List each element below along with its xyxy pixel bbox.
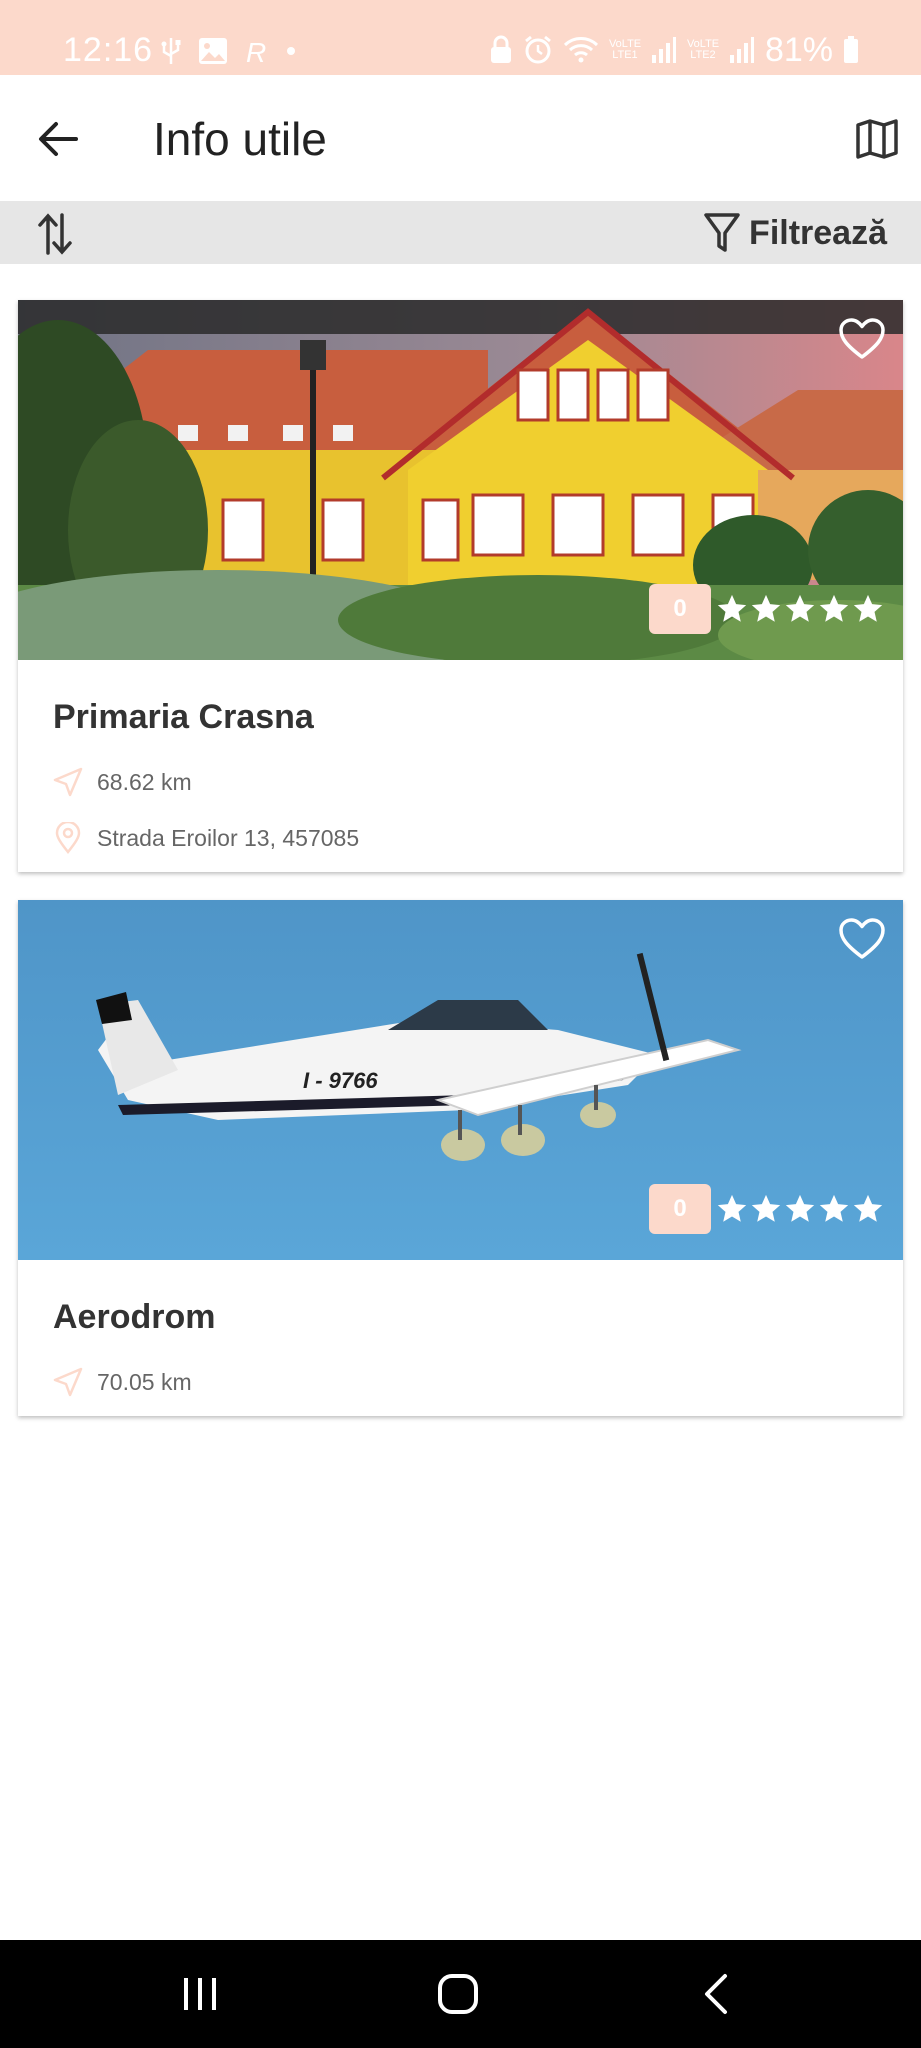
- distance-text: 68.62 km: [97, 769, 192, 795]
- status-bar: 12:16 R VoLTE LTE1 VoLTE LTE2 81%: [0, 0, 921, 75]
- place-card[interactable]: I - 9766 0 Aerodrom 70.05 km: [18, 900, 903, 1416]
- signal-icon: [729, 37, 754, 63]
- page-title: Info utile: [153, 113, 327, 165]
- battery-icon: [844, 36, 858, 63]
- svg-text:I - 9766: I - 9766: [303, 1068, 378, 1093]
- recents-button[interactable]: [170, 1966, 230, 2022]
- distance-row: 70.05 km: [53, 1361, 868, 1403]
- favorite-button[interactable]: [835, 914, 889, 964]
- back-button[interactable]: [30, 111, 86, 167]
- filter-button[interactable]: Filtrează: [703, 207, 887, 259]
- network-label-2: VoLTE LTE2: [686, 38, 720, 61]
- star-icon: [785, 1194, 815, 1222]
- sort-icon: [38, 213, 72, 255]
- alarm-icon: [525, 35, 551, 64]
- system-nav-bar: [0, 1940, 921, 2048]
- address-row: Strada Eroilor 13, 457085: [53, 817, 868, 859]
- status-right-icons: VoLTE LTE1 VoLTE LTE2 81%: [489, 30, 859, 70]
- home-icon: [438, 1974, 478, 2014]
- favorite-button[interactable]: [835, 314, 889, 364]
- svg-text:R: R: [246, 37, 266, 66]
- star-icon: [751, 1194, 781, 1222]
- place-photo-aerodrom: I - 9766 0: [18, 900, 903, 1260]
- usb-icon: [161, 38, 181, 64]
- star-icon: [853, 594, 883, 622]
- rating: 0: [649, 1184, 885, 1234]
- lock-icon: [490, 35, 511, 63]
- rating-score-badge: 0: [649, 584, 711, 634]
- star-icon: [717, 1194, 747, 1222]
- distance-row: 68.62 km: [53, 761, 868, 803]
- rating: 0: [649, 584, 885, 634]
- sort-button[interactable]: [30, 209, 80, 259]
- dot-icon: [287, 47, 295, 55]
- home-button[interactable]: [428, 1966, 488, 2022]
- place-card-body: Primaria Crasna 68.62 km Strada Eroilor …: [18, 660, 903, 859]
- recents-icon: [184, 1978, 216, 2010]
- battery-level: 81%: [764, 31, 833, 69]
- heart-icon: [839, 318, 885, 359]
- sort-filter-toolbar: Filtrează: [0, 201, 921, 264]
- filter-label: Filtrează: [749, 214, 887, 252]
- back-chevron-icon: [705, 1974, 727, 2014]
- arrow-left-icon: [39, 122, 78, 156]
- screen: 12:16 R VoLTE LTE1 VoLTE LTE2 81% Info u…: [0, 0, 921, 2048]
- gallery-icon: [199, 38, 227, 64]
- star-icon: [751, 594, 781, 622]
- navigation-arrow-icon: [53, 766, 83, 798]
- star-icon: [819, 594, 849, 622]
- rating-score-badge: 0: [649, 1184, 711, 1234]
- filter-icon: [704, 213, 740, 252]
- status-left-icons: R: [160, 33, 296, 69]
- map-button[interactable]: [849, 111, 905, 167]
- status-time: 12:16: [63, 31, 154, 69]
- star-icon: [717, 594, 747, 622]
- distance-text: 70.05 km: [97, 1369, 192, 1395]
- place-card-body: Aerodrom 70.05 km: [18, 1260, 903, 1403]
- network-label-1: VoLTE LTE1: [608, 38, 642, 61]
- signal-icon: [651, 37, 676, 63]
- heart-icon: [839, 918, 885, 959]
- r-app-icon: R: [246, 37, 266, 66]
- app-bar: Info utile: [0, 75, 921, 201]
- navigation-arrow-icon: [53, 1366, 83, 1398]
- address-text: Strada Eroilor 13, 457085: [97, 825, 360, 851]
- place-name: Aerodrom: [53, 1298, 216, 1336]
- system-back-button[interactable]: [686, 1966, 746, 2022]
- map-icon: [856, 119, 898, 159]
- place-card[interactable]: 0 Primaria Crasna 68.62 km Strada Eroilo…: [18, 300, 903, 872]
- star-icon: [853, 1194, 883, 1222]
- wifi-icon: [563, 37, 598, 63]
- place-photo-town-hall: 0: [18, 300, 903, 660]
- location-pin-icon: [53, 822, 83, 854]
- star-icon: [819, 1194, 849, 1222]
- place-name: Primaria Crasna: [53, 698, 314, 736]
- star-icon: [785, 594, 815, 622]
